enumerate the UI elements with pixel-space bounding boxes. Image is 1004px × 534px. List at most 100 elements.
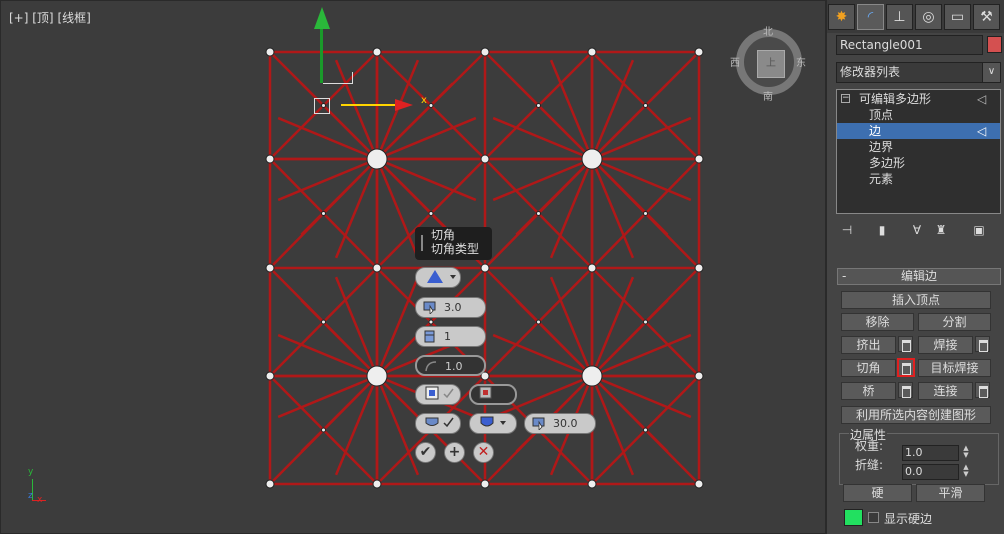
connect-button[interactable]: 连接 bbox=[918, 382, 973, 400]
show-hard-edges-checkbox[interactable] bbox=[868, 512, 879, 523]
utilities-tab[interactable]: ⚒ bbox=[973, 4, 1000, 30]
stack-toolbar: ⊣ ▮ ∀ ♜ ▣ bbox=[837, 222, 997, 240]
extrude-button[interactable]: 挤出 bbox=[841, 336, 896, 354]
crease-label: 折缝: bbox=[855, 458, 884, 472]
motion-tab[interactable]: ◎ bbox=[915, 4, 942, 30]
weight-spinner-arrows[interactable]: ▲ ▼ bbox=[961, 445, 971, 461]
collapse-icon[interactable]: − bbox=[841, 94, 850, 103]
triangle-icon bbox=[427, 270, 456, 283]
show-end-result-button[interactable]: ▮ bbox=[874, 222, 890, 238]
top-viewport[interactable]: [+] [顶] [线框] x 上 北 南 东 西 y z x 切角 切角类型 3… bbox=[0, 0, 826, 534]
remove-button[interactable]: 移除 bbox=[841, 313, 914, 331]
tension-icon bbox=[425, 361, 437, 372]
smooth-threshold-field[interactable]: 30.0 bbox=[524, 413, 596, 434]
stack-item-label: 顶点 bbox=[869, 108, 894, 122]
hierarchy-icon: ⊥ bbox=[893, 9, 906, 25]
chevron-down-icon[interactable]: ∨ bbox=[982, 63, 1000, 82]
gizmo-x-arrow[interactable] bbox=[395, 99, 413, 111]
hard-button[interactable]: 硬 bbox=[843, 484, 912, 502]
create-tab[interactable]: ✸ bbox=[828, 4, 855, 30]
weight-spinner[interactable]: 1.0 bbox=[902, 445, 959, 461]
viewcube-north[interactable]: 北 bbox=[763, 23, 773, 38]
chamfer-segments-value: 1 bbox=[444, 330, 451, 343]
check-icon: ✔ bbox=[419, 444, 432, 460]
insert-vertex-button[interactable]: 插入顶点 bbox=[841, 291, 991, 309]
panel-tabs: ✸ ◜ ⊥ ◎ ▭ ⚒ bbox=[827, 0, 1004, 33]
edit-edges-rollout-header[interactable]: - 编辑边 bbox=[837, 268, 1001, 285]
stack-item-label: 边 bbox=[869, 124, 882, 138]
connect-settings-button[interactable] bbox=[975, 382, 990, 398]
hierarchy-tab[interactable]: ⊥ bbox=[886, 4, 913, 30]
trash-icon: ♜ bbox=[935, 223, 947, 237]
subobject-icon: ◁ bbox=[977, 92, 987, 106]
mesh-wireframe[interactable] bbox=[1, 1, 827, 534]
smooth-icon bbox=[425, 417, 454, 428]
amount-icon bbox=[423, 301, 436, 314]
gizmo-y-arrow[interactable] bbox=[314, 7, 330, 29]
motion-icon: ◎ bbox=[922, 9, 935, 25]
viewcube-south[interactable]: 南 bbox=[763, 88, 773, 103]
extrude-settings-button[interactable] bbox=[898, 336, 913, 352]
target-weld-button[interactable]: 目标焊接 bbox=[918, 359, 991, 377]
modifier-stack[interactable]: − 可编辑多边形 ◁ 顶点 边 ◁ 边界 多边形 元素 bbox=[836, 89, 1001, 214]
end-result-icon: ▮ bbox=[878, 223, 886, 237]
show-hard-edges-label: 显示硬边 bbox=[884, 512, 933, 526]
object-name-field[interactable]: Rectangle001 bbox=[836, 35, 983, 55]
stack-item-vertex[interactable]: 顶点 bbox=[837, 107, 1000, 123]
pin-stack-button[interactable]: ⊣ bbox=[839, 222, 855, 238]
caddy-title: 切角 bbox=[431, 228, 456, 242]
segments-icon bbox=[424, 330, 435, 343]
object-color-swatch[interactable] bbox=[987, 36, 1002, 53]
caddy-cancel-button[interactable]: ✕ bbox=[473, 442, 494, 463]
smooth-type-dropdown[interactable] bbox=[469, 413, 517, 434]
remove-modifier-button[interactable]: ♜ bbox=[933, 222, 949, 238]
smooth-threshold-value: 30.0 bbox=[553, 417, 578, 430]
stack-item-label: 多边形 bbox=[869, 156, 906, 170]
stack-item-label: 边界 bbox=[869, 140, 894, 154]
invert-open-toggle[interactable] bbox=[469, 384, 517, 405]
bridge-settings-button[interactable] bbox=[898, 382, 913, 398]
gizmo-pivot[interactable] bbox=[314, 98, 330, 114]
chamfer-amount-field[interactable]: 3.0 bbox=[415, 297, 486, 318]
chamfer-type-dropdown[interactable] bbox=[415, 267, 461, 288]
gizmo-x-axis[interactable] bbox=[341, 104, 401, 106]
hard-edge-color-swatch[interactable] bbox=[844, 509, 863, 526]
gizmo-plane-handle[interactable] bbox=[323, 72, 353, 84]
caddy-title-box[interactable]: 切角 切角类型 bbox=[415, 227, 492, 260]
bridge-button[interactable]: 桥 bbox=[841, 382, 896, 400]
stack-item-polygon[interactable]: 多边形 bbox=[837, 155, 1000, 171]
smooth-toggle[interactable] bbox=[415, 413, 461, 434]
stack-item-border[interactable]: 边界 bbox=[837, 139, 1000, 155]
caddy-apply-button[interactable]: + bbox=[444, 442, 465, 463]
weld-button[interactable]: 焊接 bbox=[918, 336, 973, 354]
smooth-button[interactable]: 平滑 bbox=[916, 484, 985, 502]
crease-spinner[interactable]: 0.0 bbox=[902, 464, 959, 480]
crease-spinner-arrows[interactable]: ▲ ▼ bbox=[961, 464, 971, 480]
chamfer-settings-button[interactable] bbox=[897, 358, 915, 377]
configure-sets-button[interactable]: ▣ bbox=[971, 222, 987, 238]
viewcube-east[interactable]: 东 bbox=[796, 54, 806, 69]
create-shape-button[interactable]: 利用所选内容创建图形 bbox=[841, 406, 991, 424]
make-unique-button[interactable]: ∀ bbox=[909, 222, 925, 238]
viewcube-top-face[interactable]: 上 bbox=[757, 50, 785, 78]
weld-settings-button[interactable] bbox=[975, 336, 990, 352]
tripod-y-label: y bbox=[28, 467, 34, 477]
modify-tab[interactable]: ◜ bbox=[857, 4, 884, 30]
stack-item-edge[interactable]: 边 ◁ bbox=[837, 123, 1000, 139]
caddy-drag-handle[interactable] bbox=[421, 235, 423, 251]
modify-icon: ◜ bbox=[867, 9, 874, 25]
viewcube-west[interactable]: 西 bbox=[730, 54, 740, 69]
chamfer-button[interactable]: 切角 bbox=[841, 359, 896, 377]
viewcube[interactable]: 上 bbox=[736, 29, 802, 95]
open-chamfer-toggle[interactable] bbox=[415, 384, 461, 405]
chamfer-segments-field[interactable]: 1 bbox=[415, 326, 486, 347]
caddy-ok-button[interactable]: ✔ bbox=[415, 442, 436, 463]
split-button[interactable]: 分割 bbox=[918, 313, 991, 331]
display-tab[interactable]: ▭ bbox=[944, 4, 971, 30]
threshold-icon bbox=[532, 417, 545, 430]
chamfer-tension-field[interactable]: 1.0 bbox=[415, 355, 486, 376]
stack-item-element[interactable]: 元素 bbox=[837, 171, 1000, 187]
modifier-list-dropdown[interactable]: 修改器列表 ∨ bbox=[836, 62, 1001, 83]
stack-root-item[interactable]: − 可编辑多边形 ◁ bbox=[837, 91, 1000, 107]
pin-icon: ⊣ bbox=[841, 223, 853, 237]
